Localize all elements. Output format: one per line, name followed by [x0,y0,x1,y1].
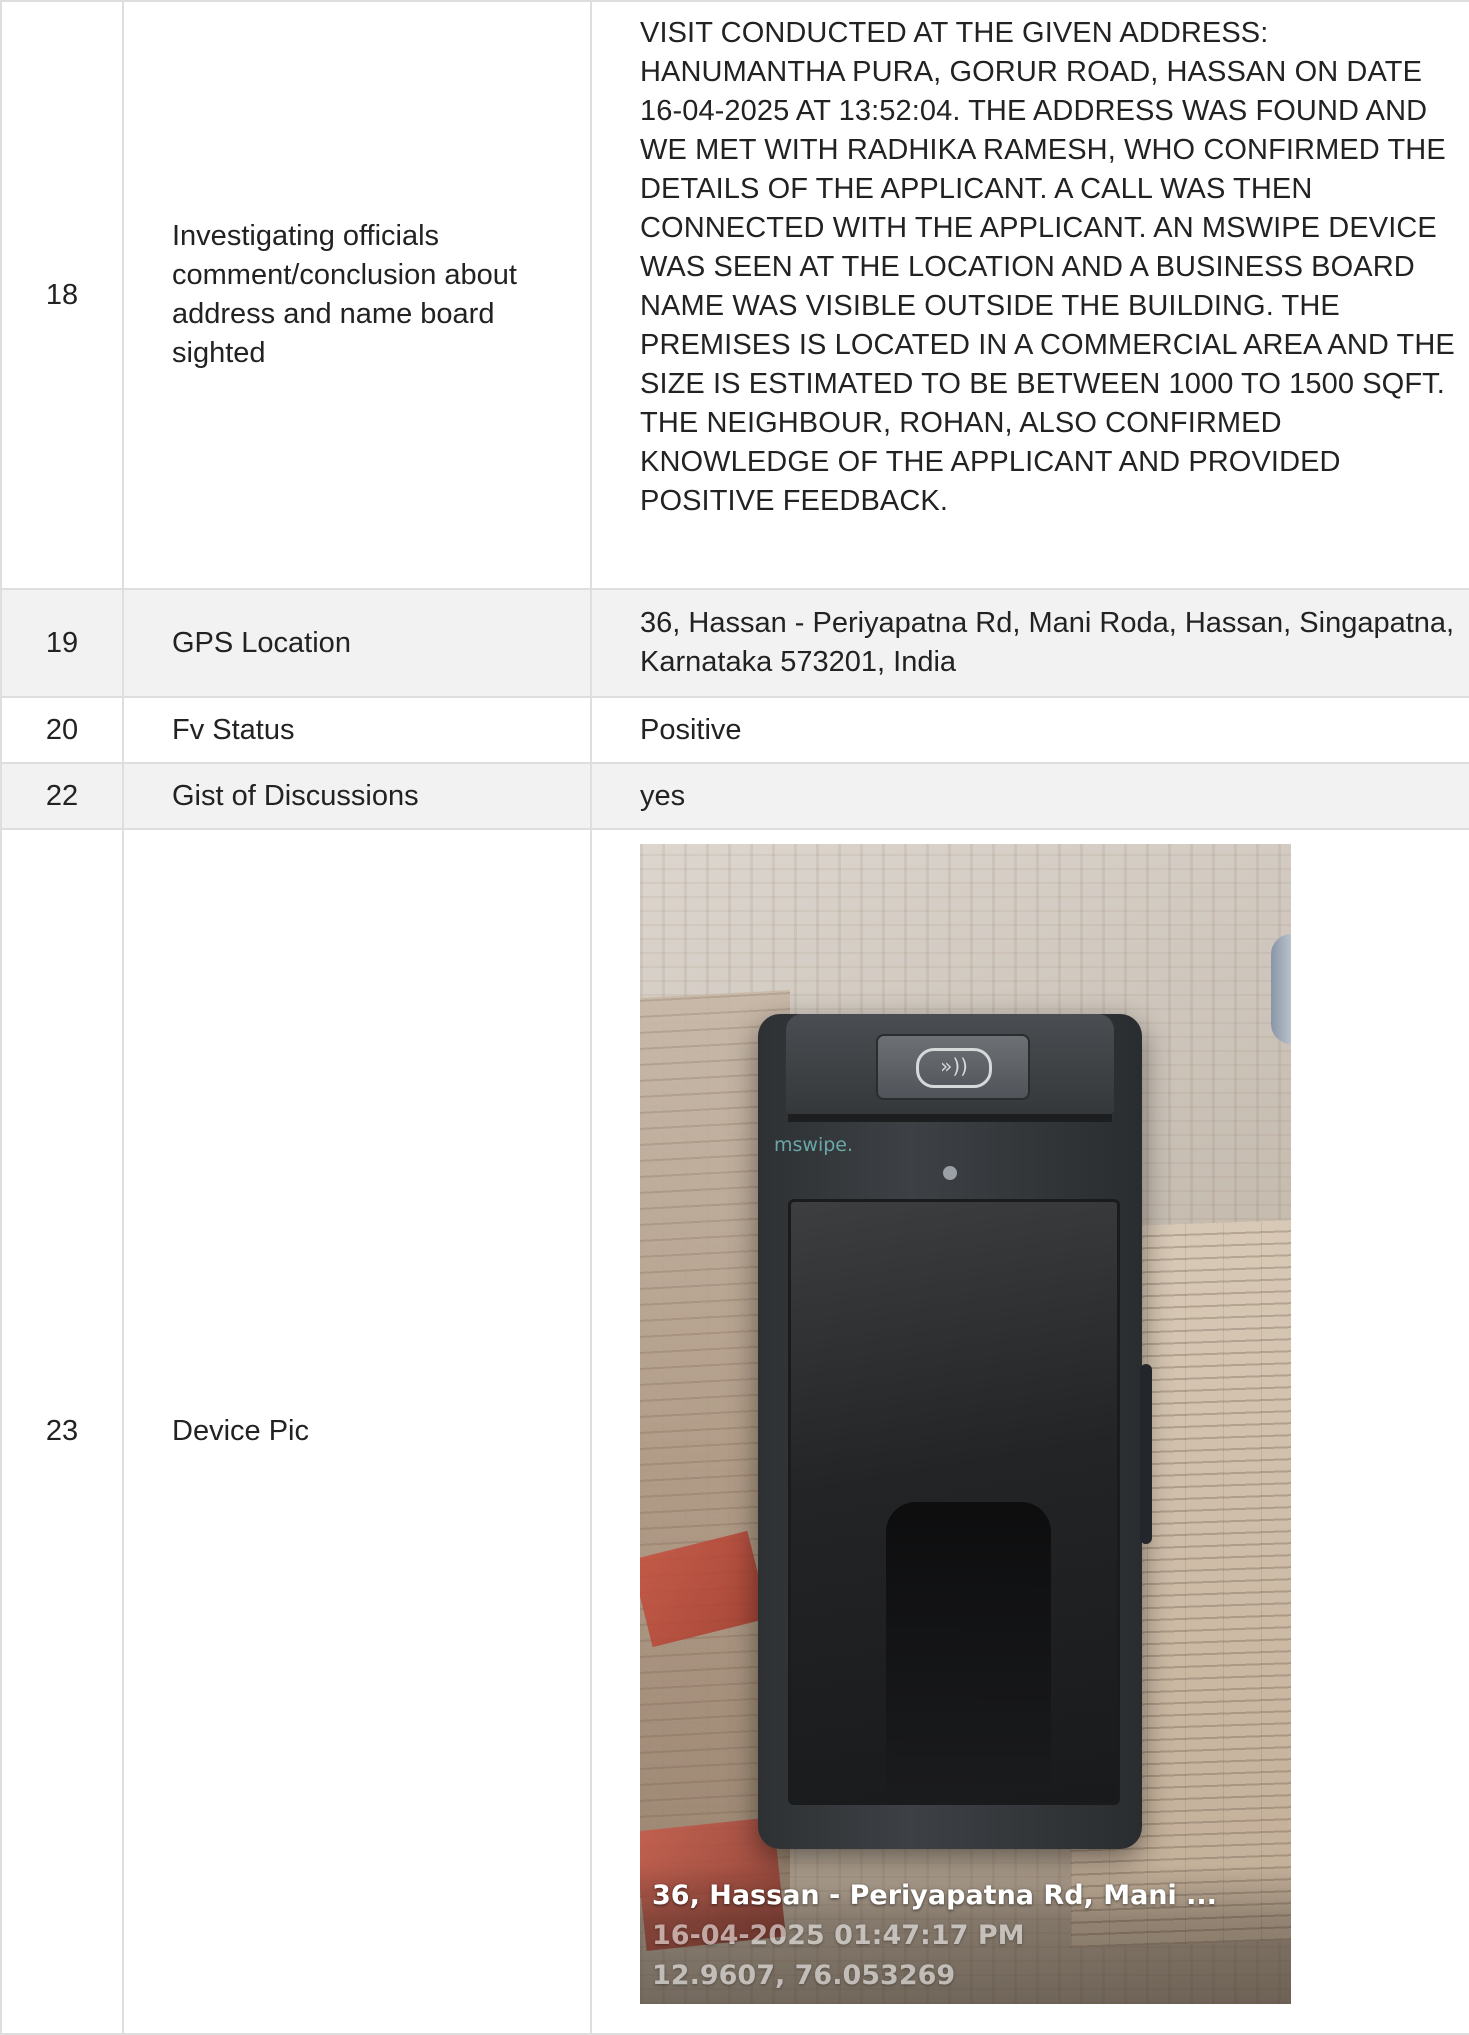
table-row: 20 Fv Status Positive [0,696,1469,764]
row-label: Investigating officials comment/conclusi… [122,0,592,590]
background-object [1271,934,1291,1044]
row-label: Device Pic [122,828,592,2035]
row-label: Fv Status [122,696,592,764]
table-row: 22 Gist of Discussions yes [0,762,1469,830]
paper-slot [788,1114,1112,1122]
discussion-gist-value: yes [590,762,1469,830]
stamp-address: 36, Hassan - Periyapatna Rd, Mani ... [652,1880,1217,1911]
contactless-icon: »)) [916,1048,992,1088]
stamp-datetime: 16-04-2025 01:47:17 PM [652,1920,1025,1951]
side-button [1140,1364,1152,1544]
nfc-reader: »)) [876,1034,1030,1100]
row-number: 20 [0,696,124,764]
device-photo: »)) mswipe. 36, Hassan - Periyapatna Rd,… [640,844,1291,2004]
table-row: 19 GPS Location 36, Hassan - Periyapatna… [0,588,1469,698]
row-label: GPS Location [122,588,592,698]
table-row: 18 Investigating officials comment/concl… [0,0,1469,590]
brand-logo: mswipe. [774,1134,854,1156]
row-number: 18 [0,0,124,590]
camera-icon [943,1166,957,1180]
stamp-coordinates: 12.9607, 76.053269 [652,1960,956,1991]
screen-reflection [886,1502,1051,1792]
fv-status-value: Positive [590,696,1469,764]
row-number: 19 [0,588,124,698]
table-row: 23 Device Pic »)) mswipe. 36, Hassan - P… [0,828,1469,2035]
terminal-screen [788,1199,1120,1805]
printer-head: »)) [786,1014,1114,1114]
pos-terminal: »)) mswipe. [758,1014,1152,1849]
row-label: Gist of Discussions [122,762,592,830]
row-number: 23 [0,828,124,2035]
gps-location-value: 36, Hassan - Periyapatna Rd, Mani Roda, … [590,588,1469,698]
verification-report-table: 18 Investigating officials comment/concl… [0,0,1469,2035]
investigator-comment: VISIT CONDUCTED AT THE GIVEN ADDRESS: HA… [590,0,1469,590]
device-pic-cell: »)) mswipe. 36, Hassan - Periyapatna Rd,… [590,828,1469,2035]
row-number: 22 [0,762,124,830]
gps-stamp-overlay: 36, Hassan - Periyapatna Rd, Mani ... 16… [640,1864,1291,2004]
